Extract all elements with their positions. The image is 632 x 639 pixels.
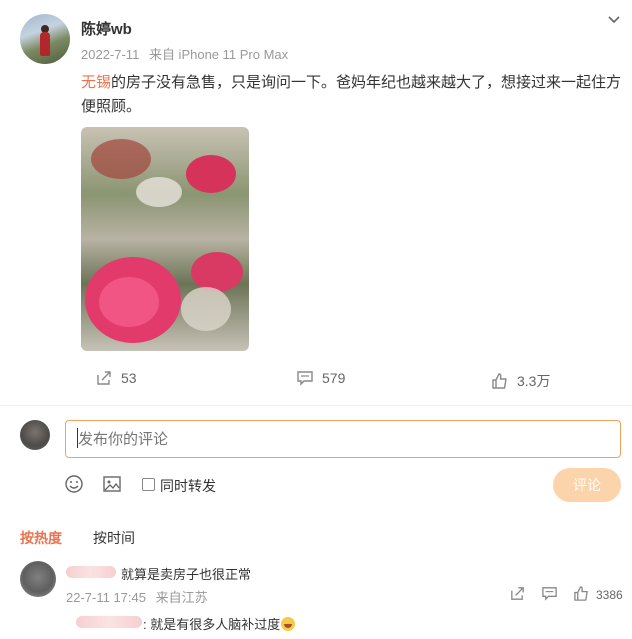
- post-source: 来自 iPhone 11 Pro Max: [148, 47, 289, 62]
- share-icon: [97, 371, 111, 385]
- repost-button[interactable]: 53: [95, 366, 137, 390]
- image-icon[interactable]: [102, 474, 122, 494]
- post-text: 无锡的房子没有急售，只是询问一下。爸妈年纪也越来越大了，想接过来一起住方便照顾。: [81, 71, 626, 119]
- tab-sort-hot[interactable]: 按热度: [20, 528, 62, 548]
- post-body: 的房子没有急售，只是询问一下。爸妈年纪也越来越大了，想接过来一起住方便照顾。: [81, 74, 622, 115]
- comment-text: 就算是卖房子也很正常: [121, 567, 252, 582]
- current-user-avatar: [20, 420, 50, 450]
- repost-count: 53: [121, 370, 137, 386]
- repost-checkbox[interactable]: [142, 478, 155, 491]
- chevron-down-icon[interactable]: [606, 12, 622, 28]
- comment-date: 22-7-11 17:45: [66, 590, 146, 605]
- reply-body: : 就是有很多人脑补过度: [143, 617, 281, 632]
- comment-count: 579: [322, 370, 346, 386]
- divider: [0, 405, 632, 406]
- comment-icon[interactable]: [541, 585, 558, 602]
- laugh-emoji-icon: [281, 617, 296, 631]
- share-icon[interactable]: [509, 585, 526, 602]
- post-image[interactable]: [81, 127, 249, 351]
- like-count: 3.3万: [517, 373, 551, 389]
- comment-button[interactable]: 579: [296, 366, 345, 390]
- commenter-avatar[interactable]: [20, 561, 56, 597]
- thumbs-up-icon[interactable]: [573, 585, 590, 602]
- submit-comment-button[interactable]: 评论: [553, 468, 621, 502]
- reply-name-blurred: [76, 616, 142, 628]
- comment-location: 来自江苏: [155, 590, 208, 605]
- emoji-icon[interactable]: [64, 474, 84, 494]
- comment-like-count: 3386: [596, 588, 623, 602]
- post-meta: 2022-7-11 来自 iPhone 11 Pro Max: [81, 44, 294, 63]
- repost-checkbox-label[interactable]: 同时转发: [160, 476, 216, 496]
- commenter-name-blurred: [66, 566, 116, 578]
- reply-text: : 就是有很多人脑补过度: [143, 614, 296, 633]
- post-date[interactable]: 2022-7-11: [81, 47, 139, 62]
- comment-input[interactable]: [65, 420, 621, 458]
- comment-meta: 22-7-11 17:45 来自江苏: [66, 587, 208, 606]
- thumbs-up-icon: [492, 373, 507, 389]
- comment-icon: [297, 371, 313, 386]
- text-caret: [77, 428, 78, 448]
- tab-sort-time[interactable]: 按时间: [93, 528, 135, 548]
- author-name[interactable]: 陈婷wb: [81, 18, 132, 39]
- location-link[interactable]: 无锡: [81, 74, 111, 91]
- like-button[interactable]: 3.3万: [491, 369, 550, 393]
- author-avatar[interactable]: [20, 14, 70, 64]
